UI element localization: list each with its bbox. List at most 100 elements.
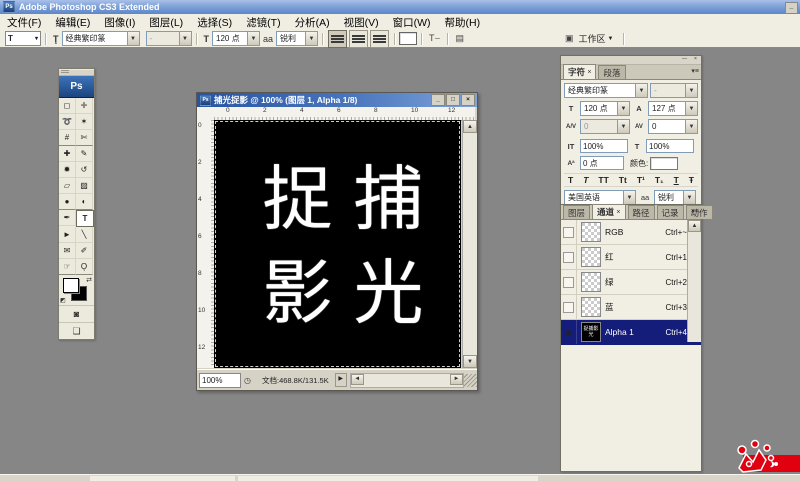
visibility-toggle[interactable]: ◉: [561, 320, 577, 344]
doc-close-button[interactable]: ×: [461, 94, 475, 106]
healing-brush-tool[interactable]: ✚: [59, 146, 76, 162]
menu-image[interactable]: 图像(I): [97, 14, 142, 30]
cp-baseline-input[interactable]: 0 点: [580, 156, 624, 170]
channel-row-green[interactable]: 绿 Ctrl+2: [561, 270, 701, 295]
window-minimize-button[interactable]: _: [785, 2, 798, 14]
brush-tool[interactable]: ✎: [76, 146, 93, 162]
blur-tool[interactable]: ●: [59, 194, 76, 210]
window-resize-grip[interactable]: [464, 374, 477, 387]
cp-anti-alias-dropdown[interactable]: 锐利 ▼: [654, 190, 696, 205]
text-color-swatch[interactable]: [399, 32, 417, 45]
channel-row-alpha1-selected[interactable]: ◉ 捉捕影光 Alpha 1 Ctrl+4: [561, 320, 701, 345]
path-selection-tool[interactable]: ►: [59, 227, 76, 243]
tab-close-icon[interactable]: ×: [587, 69, 591, 76]
cp-text-color-swatch[interactable]: [650, 157, 678, 170]
menu-analysis[interactable]: 分析(A): [288, 14, 337, 30]
small-caps-button[interactable]: Tt: [619, 175, 627, 185]
superscript-button[interactable]: T¹: [637, 175, 645, 185]
font-size-dropdown[interactable]: 120 点 ▼: [212, 31, 260, 46]
channel-row-rgb[interactable]: RGB Ctrl+~: [561, 220, 701, 245]
faux-bold-button[interactable]: T: [568, 175, 573, 185]
document-title-bar[interactable]: Ps 捕光捉影 @ 100% (图层 1, Alpha 1/8) _ □ ×: [197, 93, 477, 107]
scroll-right-icon[interactable]: ►: [450, 374, 463, 385]
visibility-toggle[interactable]: [561, 220, 577, 244]
align-bottom-button[interactable]: [370, 30, 389, 48]
panel-menu-icon[interactable]: ▾≡: [691, 67, 699, 75]
visibility-toggle[interactable]: [561, 270, 577, 294]
subscript-button[interactable]: T₁: [655, 175, 664, 185]
line-tool[interactable]: ╲: [76, 227, 93, 243]
visibility-toggle[interactable]: [561, 245, 577, 269]
menu-view[interactable]: 视图(V): [337, 14, 386, 30]
notes-tool[interactable]: ✉: [59, 243, 76, 259]
horizontal-scrollbar[interactable]: ◄ ►: [350, 373, 464, 388]
cp-leading-dropdown[interactable]: 127 点 ▼: [648, 101, 698, 116]
warp-text-icon[interactable]: T⌣: [429, 33, 440, 44]
rectangular-marquee-tool[interactable]: ◻: [59, 98, 76, 114]
all-caps-button[interactable]: TT: [598, 175, 608, 185]
doc-minimize-button[interactable]: _: [431, 94, 445, 106]
menu-file[interactable]: 文件(F): [0, 14, 48, 30]
tool-preset-picker[interactable]: T ▾: [5, 31, 41, 46]
tab-layers[interactable]: 图层: [563, 205, 590, 219]
zoom-tool[interactable]: Ǫ: [76, 259, 93, 275]
cp-font-size-dropdown[interactable]: 120 点 ▼: [580, 101, 630, 116]
cp-kerning-dropdown[interactable]: 0 ▼: [580, 119, 630, 134]
cp-horizontal-scale-input[interactable]: 100%: [646, 139, 694, 153]
slice-tool[interactable]: ✄: [76, 130, 93, 146]
panel-menu-icon[interactable]: ▾≡: [691, 207, 699, 215]
menu-layer[interactable]: 图层(L): [142, 14, 190, 30]
crop-tool[interactable]: #: [59, 130, 76, 146]
canvas[interactable]: 捉 捕 影 光: [214, 120, 461, 368]
menu-help[interactable]: 帮助(H): [438, 14, 488, 30]
channel-row-red[interactable]: 红 Ctrl+1: [561, 245, 701, 270]
pen-tool[interactable]: ✒: [59, 210, 76, 226]
tab-paragraph[interactable]: 段落: [598, 65, 625, 79]
quick-mask-button[interactable]: ◙: [59, 306, 94, 323]
cp-language-dropdown[interactable]: 美国英语 ▼: [564, 190, 636, 205]
move-tool[interactable]: ✛: [76, 98, 93, 114]
faux-italic-button[interactable]: T: [583, 175, 588, 185]
text-orientation-icon[interactable]: Ţ: [53, 34, 59, 44]
doc-maximize-button[interactable]: □: [446, 94, 460, 106]
tab-actions[interactable]: 动作: [686, 205, 713, 219]
scroll-left-icon[interactable]: ◄: [351, 374, 364, 385]
toggle-palettes-icon[interactable]: ▤: [455, 33, 464, 44]
visibility-toggle[interactable]: [561, 295, 577, 319]
tab-close-icon[interactable]: ×: [616, 209, 620, 216]
menu-edit[interactable]: 编辑(E): [48, 14, 97, 30]
vertical-ruler[interactable]: 0 2 4 6 8 10 12: [197, 120, 215, 368]
scroll-down-icon[interactable]: ▼: [463, 355, 477, 368]
clone-stamp-tool[interactable]: ✹: [59, 162, 76, 178]
scroll-up-icon[interactable]: ▲: [463, 120, 477, 133]
panel-minimize-icon[interactable]: —: [680, 57, 689, 63]
tab-paths[interactable]: 路径: [628, 205, 655, 219]
panel-close-icon[interactable]: ×: [691, 57, 700, 63]
align-center-button[interactable]: [349, 30, 368, 48]
eraser-tool[interactable]: ▱: [59, 178, 76, 194]
anti-alias-dropdown[interactable]: 锐利 ▼: [276, 31, 318, 46]
font-family-dropdown[interactable]: 经典繁印篆 ▼: [62, 31, 140, 46]
hand-tool[interactable]: ☞: [59, 259, 76, 275]
menu-filter[interactable]: 滤镜(T): [239, 14, 287, 30]
font-style-dropdown[interactable]: - ▼: [146, 31, 192, 46]
underline-button[interactable]: T: [674, 175, 679, 185]
channels-scrollbar[interactable]: ▲: [687, 220, 701, 342]
cp-font-style-dropdown[interactable]: - ▼: [650, 83, 698, 98]
strikethrough-button[interactable]: Ŧ: [689, 175, 694, 185]
scroll-up-icon[interactable]: ▲: [688, 220, 701, 232]
tab-character[interactable]: 字符 ×: [563, 64, 596, 79]
align-top-button[interactable]: [328, 30, 347, 48]
magic-wand-tool[interactable]: ✶: [76, 114, 93, 130]
vertical-scrollbar[interactable]: ▲ ▼: [462, 120, 477, 368]
dodge-tool[interactable]: ◐: [76, 194, 93, 210]
tab-history[interactable]: 记录: [657, 205, 684, 219]
bridge-icon[interactable]: ▣: [565, 33, 574, 44]
lasso-tool[interactable]: ➰: [59, 114, 76, 130]
zoom-level-input[interactable]: 100%: [199, 373, 241, 388]
cp-vertical-scale-input[interactable]: 100%: [580, 139, 628, 153]
cp-font-family-dropdown[interactable]: 经典繁印篆 ▼: [564, 83, 648, 98]
horizontal-ruler[interactable]: 0 2 4 6 8 10 12: [214, 107, 475, 121]
eyedropper-tool[interactable]: ✐: [76, 243, 93, 259]
menu-window[interactable]: 窗口(W): [386, 14, 438, 30]
